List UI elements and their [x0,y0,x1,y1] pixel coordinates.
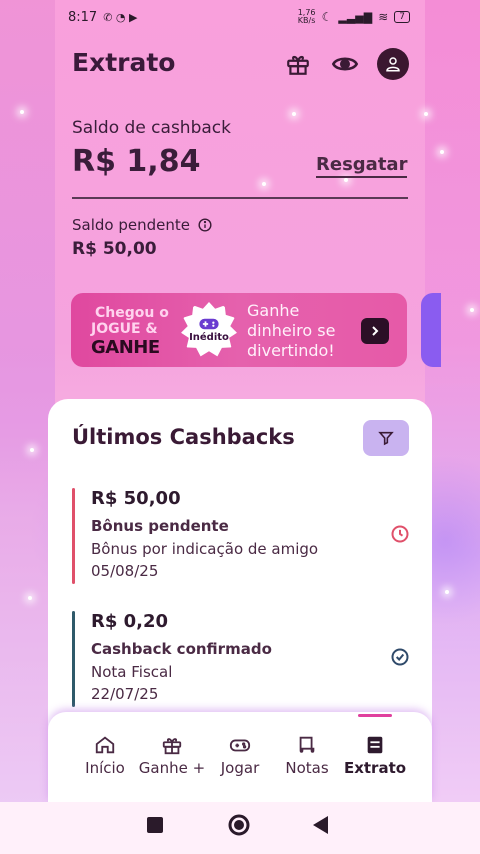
circle-icon [228,814,250,836]
pending-value: R$ 50,00 [72,239,157,259]
sparkle [424,112,428,116]
nav-item-extrato[interactable]: Extrato [340,734,410,777]
nav-item-inicio[interactable]: Início [70,734,140,777]
cashback-label: Saldo de cashback [72,118,231,138]
gamepad-icon [229,739,251,752]
entry-description: Bônus por indicação de amigo [91,540,319,558]
entry-date: 05/08/25 [91,562,159,580]
sparkle [28,596,32,600]
dnd-icon: ☾ [321,10,333,24]
receipt-icon [299,736,315,753]
gift-icon [162,738,182,755]
header: Extrato [72,44,412,84]
nav-label: Jogar [220,759,260,777]
new-badge: Inédito [181,302,237,357]
status-time: 8:17 [68,9,98,25]
banner-arrow-button[interactable] [361,318,389,344]
sparkle [445,590,449,594]
back-button[interactable] [313,816,329,838]
signal-icon: ▂▃▅▇ [338,10,373,24]
nav-item-jogar[interactable]: Jogar [205,734,275,777]
badge-label: Inédito [189,332,229,343]
info-icon[interactable] [198,218,212,232]
home-button[interactable] [228,814,250,840]
entry-kind: Cashback confirmado [91,640,272,658]
triangle-back-icon [313,816,328,834]
recents-button[interactable] [147,817,163,837]
notification-icons: ✆ ◔ ▶ [103,10,138,24]
nav-label: Notas [285,759,329,777]
entry-accent-bar [72,611,75,707]
battery-icon: 7 [394,11,410,23]
gamepad-icon [199,318,219,330]
banner-text: Ganhe dinheiro se divertindo! [247,301,336,360]
home-icon [95,736,115,754]
cashback-value: R$ 1,84 [72,144,201,179]
sparkle [470,308,474,312]
sparkle [344,178,348,182]
eye-icon [331,57,359,71]
profile-button[interactable] [377,48,409,80]
status-bar: 8:17 ✆ ◔ ▶ 1,76 KB/s ☾ ▂▃▅▇ ≋ 7 [0,0,480,34]
list-item[interactable]: R$ 50,00 Bônus pendente Bônus por indica… [72,488,412,584]
entry-description: Nota Fiscal [91,663,173,681]
gift-button[interactable] [282,48,314,80]
nav-label: Extrato [343,759,407,777]
check-circle-icon [391,648,409,666]
nav-label: Ganhe + [138,759,206,777]
banner-line2: JOGUE & [91,321,158,337]
nav-item-notas[interactable]: Notas [272,734,342,777]
gift-icon [287,55,309,75]
sparkle [30,448,34,452]
bottom-nav: Início Ganhe + Jogar Notas Extrato [48,712,432,802]
wifi-icon: ≋ [378,10,389,24]
chevron-right-icon [372,326,379,336]
sparkle [440,150,444,154]
redeem-button[interactable]: Resgatar [316,154,408,178]
sparkle [262,182,266,186]
banner-ganhe: GANHE [91,337,160,358]
page-title: Extrato [72,48,176,77]
clock-icon [391,525,409,543]
entry-kind: Bônus pendente [91,517,229,535]
square-icon [147,817,163,833]
entry-amount: R$ 50,00 [91,488,181,509]
recent-cashbacks-card: Últimos Cashbacks R$ 50,00 Bônus pendent… [48,399,432,739]
banner-heading: Chegou o JOGUE & [91,305,169,337]
entry-amount: R$ 0,20 [91,611,169,632]
entry-date: 22/07/25 [91,685,159,703]
net-speed: 1,76 KB/s [297,8,316,25]
promo-banner[interactable]: Chegou o JOGUE & GANHE Inédito Ganhe din… [71,293,407,367]
statement-icon [367,736,383,754]
pending-label-row: Saldo pendente [72,216,212,234]
section-title: Últimos Cashbacks [72,425,295,449]
user-icon [386,57,400,72]
divider [72,197,408,199]
filter-button[interactable] [363,420,409,456]
entry-accent-bar [72,488,75,584]
sparkle [292,112,296,116]
system-nav-bar [0,802,480,854]
pending-label: Saldo pendente [72,216,190,234]
visibility-toggle[interactable] [329,48,361,80]
filter-icon [378,431,394,446]
nav-item-ganhe[interactable]: Ganhe + [137,734,207,777]
sparkle [20,110,24,114]
active-tab-indicator [358,714,392,717]
banner-line1: Chegou o [95,305,169,321]
list-item[interactable]: R$ 0,20 Cashback confirmado Nota Fiscal … [72,611,412,707]
nav-label: Início [85,759,125,777]
next-banner-peek[interactable] [421,293,441,367]
